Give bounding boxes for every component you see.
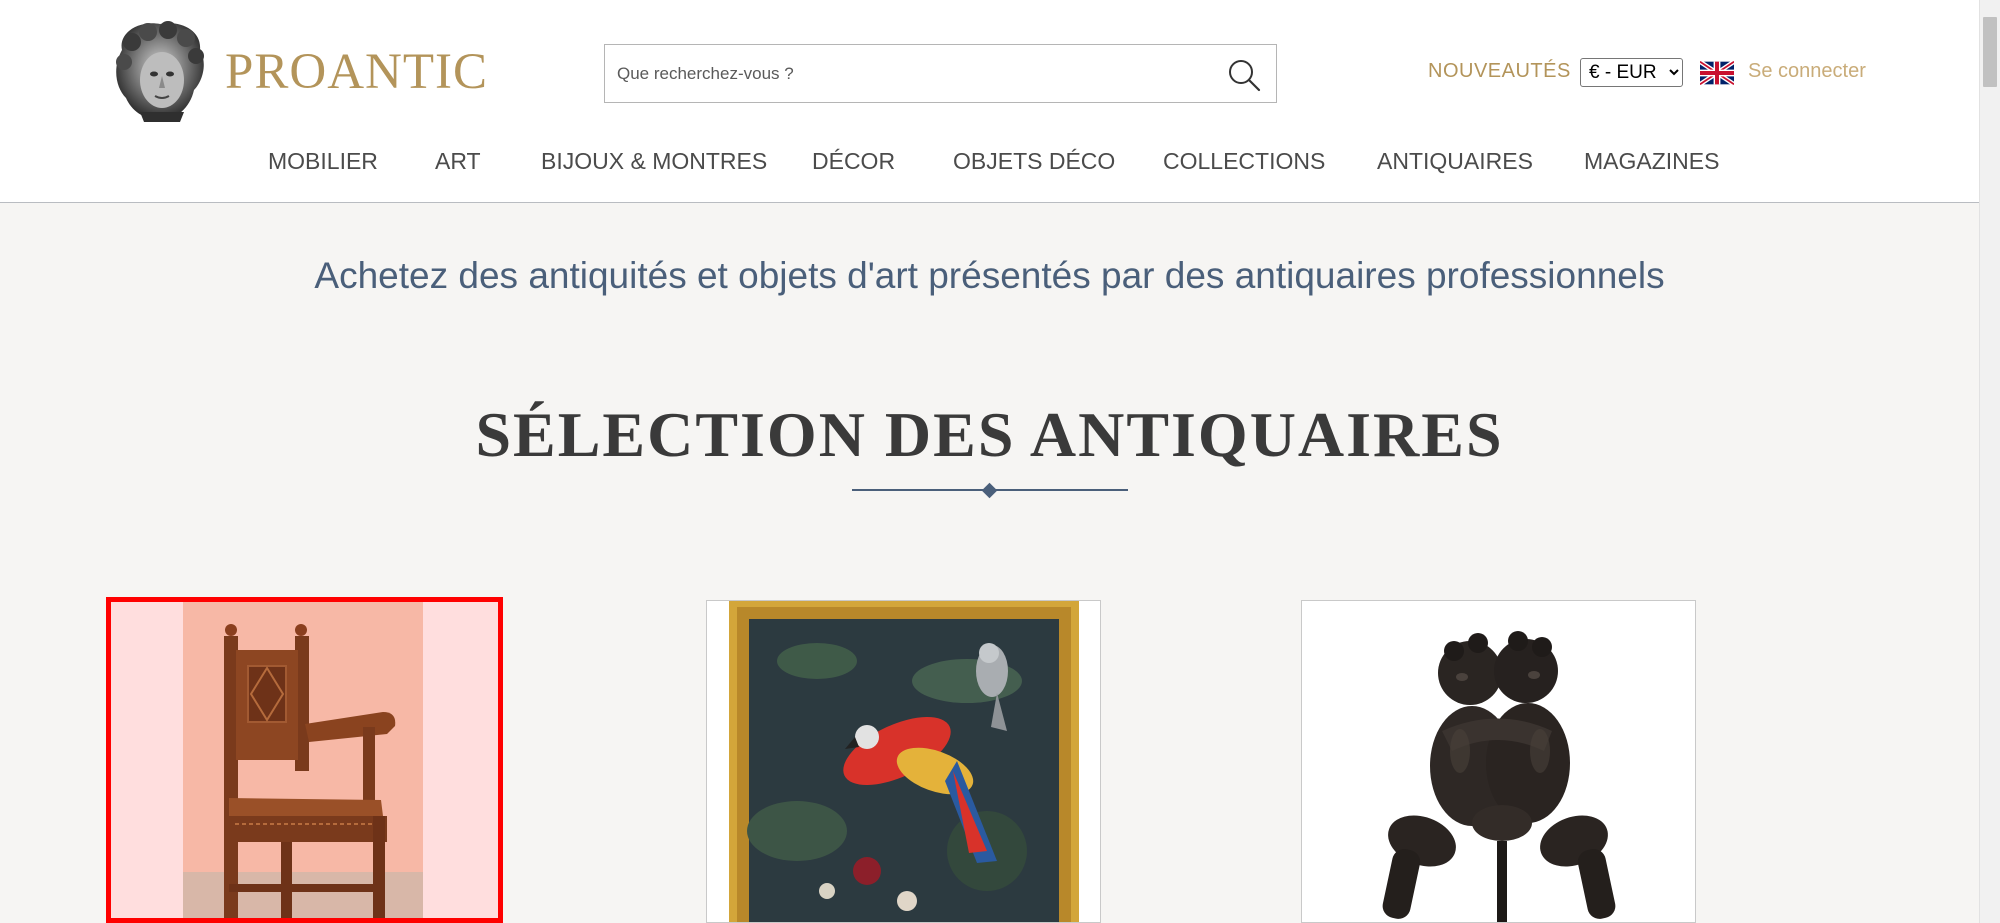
carved-chair-image — [111, 602, 498, 918]
product-card-carved-chair[interactable] — [106, 597, 503, 923]
scrollbar-thumb[interactable] — [1983, 17, 1997, 87]
site-tagline: Achetez des antiquités et objets d'art p… — [314, 255, 1665, 296]
section-title: SÉLECTION DES ANTIQUAIRES — [475, 399, 1504, 470]
search-input[interactable] — [617, 45, 1197, 102]
title-divider-ornament — [981, 482, 998, 499]
nav-item-mobilier[interactable]: MOBILIER — [268, 148, 378, 175]
nav-item-bijoux-montres[interactable]: BIJOUX & MONTRES — [541, 148, 767, 175]
bronze-putti-image — [1302, 601, 1695, 922]
search-bar — [604, 44, 1277, 103]
product-card-bronze-putti[interactable] — [1301, 600, 1696, 923]
nav-item-antiquaires[interactable]: ANTIQUAIRES — [1377, 148, 1533, 175]
main-navigation: MOBILIER ART BIJOUX & MONTRES DÉCOR OBJE… — [0, 148, 1979, 180]
nav-item-objets-deco[interactable]: OBJETS DÉCO — [953, 148, 1115, 175]
page-scrollbar[interactable] — [1979, 0, 2000, 923]
site-logo[interactable]: PROANTIC — [110, 20, 488, 124]
nav-item-decor[interactable]: DÉCOR — [812, 148, 895, 175]
nav-item-magazines[interactable]: MAGAZINES — [1584, 148, 1719, 175]
search-icon[interactable] — [1226, 57, 1262, 93]
site-header: PROANTIC NOUVEAUTÉS € - EUR Se connecter… — [0, 0, 1979, 203]
parrot-painting-image — [707, 601, 1100, 922]
logo-wordmark: PROANTIC — [225, 44, 489, 100]
login-link[interactable]: Se connecter — [1748, 60, 1866, 83]
currency-select[interactable]: € - EUR — [1580, 58, 1683, 87]
nav-item-art[interactable]: ART — [435, 148, 481, 175]
sculpted-head-logo-icon — [116, 21, 204, 122]
uk-flag-icon[interactable] — [1700, 61, 1734, 85]
product-card-parrot-painting[interactable] — [706, 600, 1101, 923]
new-arrivals-link[interactable]: NOUVEAUTÉS — [1428, 60, 1571, 83]
nav-item-collections[interactable]: COLLECTIONS — [1163, 148, 1325, 175]
